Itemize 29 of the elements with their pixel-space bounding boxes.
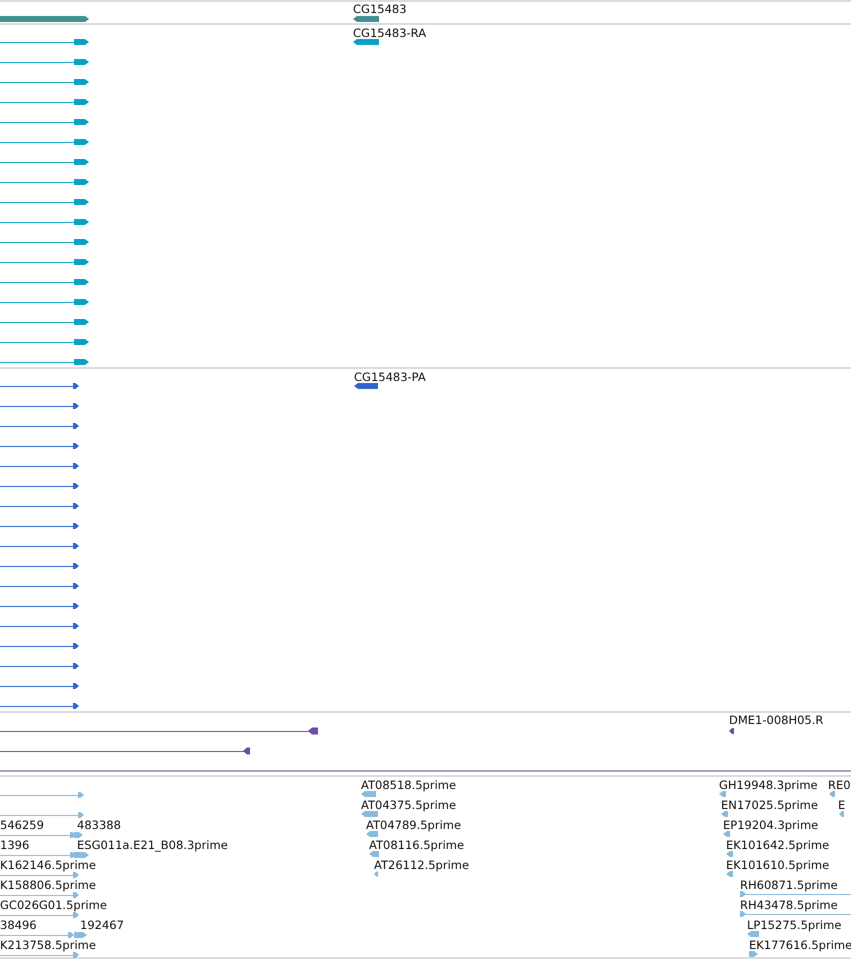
feature-label: K213758.5prime <box>0 938 96 952</box>
feature-label: CG15483-RA <box>353 26 426 40</box>
feature-label: EP19204.3prime <box>723 818 818 832</box>
feature-label: AT08518.5prime <box>361 778 456 792</box>
feature-label: AT26112.5prime <box>374 858 470 872</box>
feature-label: EK101610.5prime <box>726 858 830 872</box>
feature-label: GC026G01.5prime <box>0 898 107 912</box>
feature-label: CG15483-PA <box>354 370 426 384</box>
feature-label: EN17025.5prime <box>721 798 818 812</box>
feature-label: 1396 <box>0 838 30 852</box>
feature-label: 192467 <box>80 918 124 932</box>
feature-label: DME1-008H05.R <box>729 713 824 727</box>
feature-label: CG15483 <box>353 2 407 16</box>
feature-label: E <box>838 798 846 812</box>
feature-label: AT08116.5prime <box>369 838 464 852</box>
feature-label: K158806.5prime <box>0 878 96 892</box>
feature-label: GH19948.3prime <box>719 778 818 792</box>
feature-label: ESG011a.E21_B08.3prime <box>77 838 228 852</box>
feature-label: AT04375.5prime <box>361 798 456 812</box>
feature-label: 38496 <box>0 918 37 932</box>
feature-label: RH60871.5prime <box>740 878 838 892</box>
feature-label: K162146.5prime <box>0 858 96 872</box>
feature-label: RE0 <box>828 778 851 792</box>
feature-label: RH43478.5prime <box>740 898 838 912</box>
feature-label: LP15275.5prime <box>747 918 842 932</box>
feature-label: 483388 <box>77 818 121 832</box>
feature-label: AT04789.5prime <box>366 818 462 832</box>
feature-label: EK101642.5prime <box>726 838 830 852</box>
feature-label: 546259 <box>0 818 44 832</box>
